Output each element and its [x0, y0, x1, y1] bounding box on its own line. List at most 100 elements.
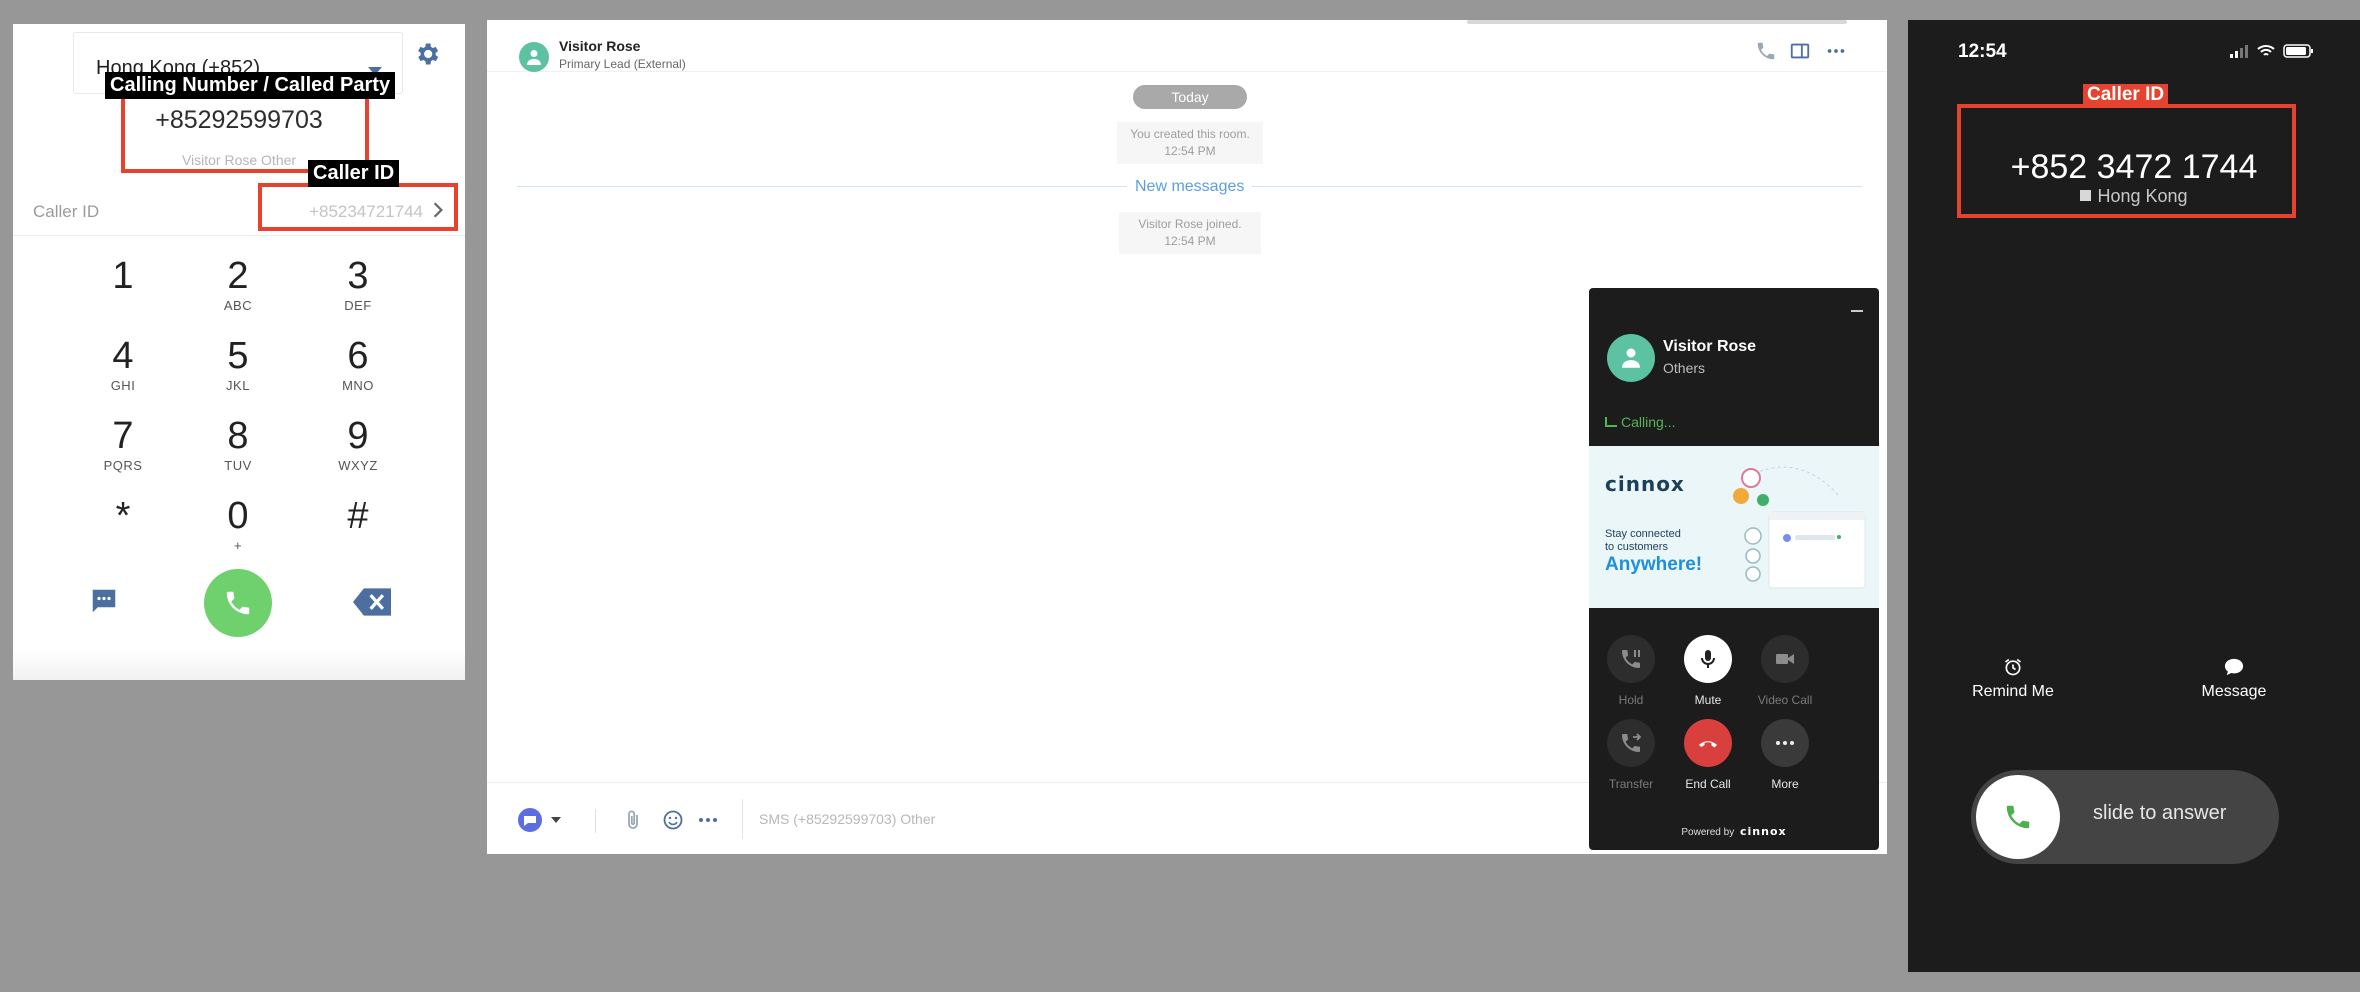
key-letters: DEF: [344, 298, 372, 313]
powered-by-text: Powered by: [1681, 827, 1735, 838]
slide-to-answer[interactable]: slide to answer: [1971, 770, 2279, 864]
minimize-icon[interactable]: [1851, 310, 1863, 312]
end-call-button[interactable]: End Call: [1676, 719, 1740, 791]
call-button[interactable]: [204, 569, 272, 637]
emoji-icon[interactable]: [663, 810, 683, 830]
answer-knob[interactable]: [1976, 775, 2060, 859]
key-0[interactable]: 0 +: [183, 494, 293, 570]
key-digit: 8: [227, 415, 249, 457]
key-2[interactable]: 2 ABC: [183, 254, 293, 330]
phone-icon: [2006, 805, 2030, 829]
video-camera-icon: [1776, 654, 1794, 664]
alarm-clock-icon: [2005, 658, 2021, 676]
more-button[interactable]: More: [1753, 719, 1817, 791]
end-call-circle: [1684, 719, 1732, 767]
key-star[interactable]: *: [68, 494, 178, 570]
caller-id-highlight: [258, 183, 458, 231]
avatar[interactable]: [519, 42, 549, 72]
caller-subtitle: Others: [1663, 360, 1706, 376]
remind-me-label: Remind Me: [1972, 683, 2054, 700]
status-bar-icons: [2230, 44, 2313, 58]
message-button[interactable]: Message: [2174, 657, 2294, 701]
attachment-icon[interactable]: [623, 809, 643, 831]
chevron-down-icon: [551, 817, 561, 823]
phone-caller-id-annotation: Caller ID: [2083, 84, 2169, 106]
key-1[interactable]: 1: [68, 254, 178, 330]
divider: [595, 809, 596, 833]
system-message-text: Visitor Rose joined.: [1138, 217, 1242, 231]
sms-icon[interactable]: [89, 586, 119, 616]
backspace-icon[interactable]: [353, 587, 391, 617]
key-digit: 7: [112, 415, 134, 457]
banner-logo: cinnox: [1605, 472, 1685, 496]
message-bubble-icon: [2224, 658, 2244, 676]
powered-by: Powered by cinnox: [1589, 825, 1879, 838]
key-4[interactable]: 4 GHI: [68, 334, 178, 410]
message-input-placeholder: SMS (+85292599703) Other: [759, 811, 936, 827]
key-digit: 0: [227, 495, 249, 537]
more-icon[interactable]: [1825, 40, 1847, 62]
channel-select[interactable]: [517, 807, 563, 833]
key-6[interactable]: 6 MNO: [303, 334, 413, 410]
chat-header: Visitor Rose Primary Lead (External): [487, 20, 1887, 72]
hang-up-icon: [1699, 741, 1717, 748]
gear-icon[interactable]: [413, 40, 441, 68]
mute-label: Mute: [1694, 693, 1722, 707]
chat-bubble-icon: [518, 808, 542, 832]
banner-text: Stay connected: [1605, 528, 1681, 540]
call-status-text: Calling...: [1621, 414, 1676, 430]
key-9[interactable]: 9 WXYZ: [303, 414, 413, 490]
promo-banner[interactable]: cinnox Stay connected to customers Anywh…: [1589, 446, 1879, 608]
phone-icon: [226, 591, 250, 615]
more-circle: [1761, 719, 1809, 767]
key-digit: *: [115, 495, 131, 537]
key-digit: #: [347, 495, 369, 537]
key-digit: 3: [347, 255, 369, 297]
caller-id-label: Caller ID: [33, 202, 100, 221]
hold-label: Hold: [1618, 693, 1644, 707]
message-input[interactable]: SMS (+85292599703) Other: [742, 799, 1662, 839]
system-message: You created this room. 12:54 PM: [1117, 122, 1263, 164]
phone-icon[interactable]: [1755, 40, 1777, 62]
person-icon: [527, 50, 541, 65]
system-message-text: You created this room.: [1130, 127, 1250, 141]
key-digit: 2: [227, 255, 249, 297]
key-digit: 5: [227, 335, 249, 377]
transfer-label: Transfer: [1608, 777, 1654, 791]
key-5[interactable]: 5 JKL: [183, 334, 293, 410]
key-7[interactable]: 7 PQRS: [68, 414, 178, 490]
transfer-button[interactable]: Transfer: [1599, 719, 1663, 791]
video-call-button[interactable]: Video Call: [1753, 635, 1817, 707]
avatar: [1607, 334, 1655, 382]
key-digit: 6: [347, 335, 369, 377]
remind-me-button[interactable]: Remind Me: [1953, 657, 2073, 701]
microphone-icon: [1701, 650, 1715, 668]
more-label: More: [1771, 777, 1799, 791]
key-8[interactable]: 8 TUV: [183, 414, 293, 490]
more-icon[interactable]: [697, 811, 719, 829]
phone-caller-id-highlight: [1957, 104, 2296, 218]
mute-button[interactable]: Mute: [1676, 635, 1740, 707]
key-letters: ABC: [223, 298, 253, 313]
system-message: Visitor Rose joined. 12:54 PM: [1119, 212, 1261, 254]
video-circle: [1761, 635, 1809, 683]
contact-role: Primary Lead (External): [559, 57, 686, 71]
hold-icon: [1622, 650, 1640, 668]
video-call-label: Video Call: [1757, 693, 1813, 707]
contact-name: Visitor Rose: [559, 38, 641, 54]
hold-button[interactable]: Hold: [1599, 635, 1663, 707]
key-letters: PQRS: [103, 458, 143, 473]
caller-name: Visitor Rose: [1663, 338, 1757, 355]
cinnox-logo: cinnox: [1739, 825, 1787, 838]
hold-circle: [1607, 635, 1655, 683]
end-call-label: End Call: [1685, 777, 1731, 791]
caller-id-annotation: Caller ID: [308, 160, 400, 187]
banner-headline: Anywhere!: [1605, 554, 1703, 575]
date-divider: Today: [1133, 85, 1247, 109]
key-hash[interactable]: #: [303, 494, 413, 570]
key-3[interactable]: 3 DEF: [303, 254, 413, 330]
banner-text: to customers: [1605, 541, 1668, 553]
split-panel-icon[interactable]: [1789, 40, 1811, 62]
key-letters: TUV: [224, 458, 252, 473]
call-widget: Visitor Rose Others Calling... cinnox St…: [1589, 288, 1879, 850]
